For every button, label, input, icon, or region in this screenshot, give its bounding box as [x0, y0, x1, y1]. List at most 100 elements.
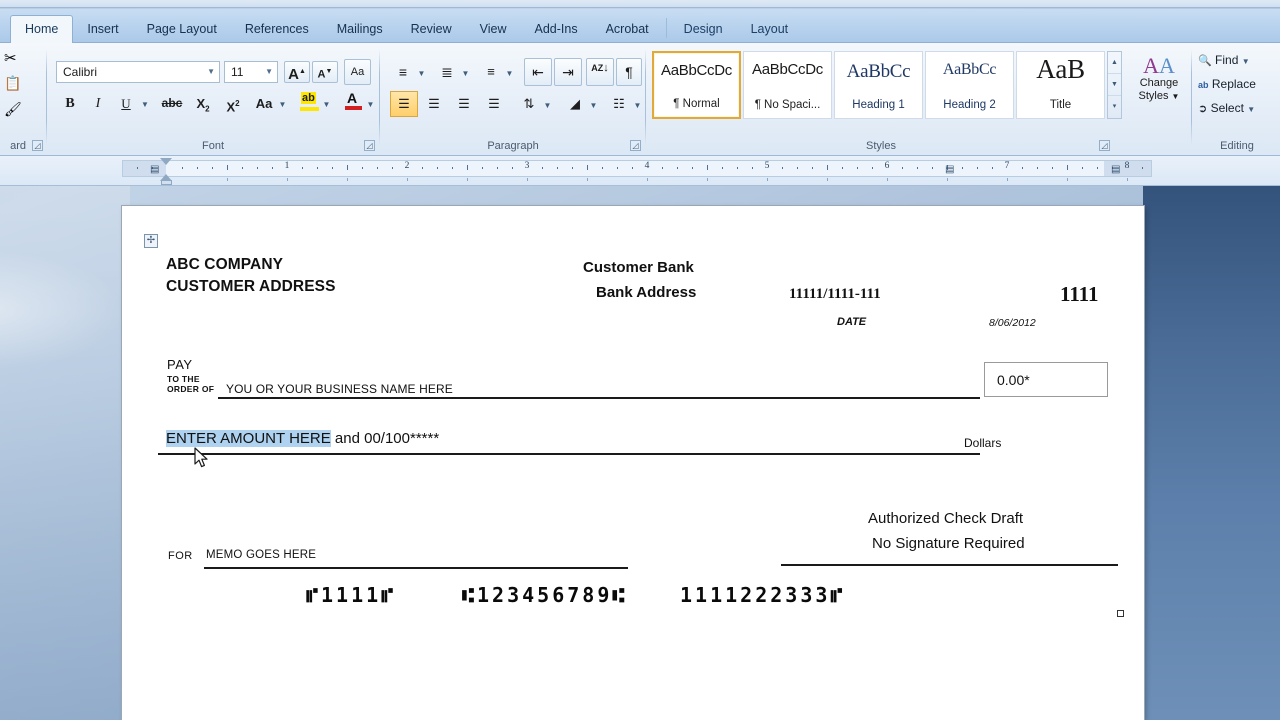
- tab-page-layout[interactable]: Page Layout: [133, 16, 231, 43]
- tab-review[interactable]: Review: [397, 16, 466, 43]
- bold-label: B: [65, 96, 75, 111]
- font-color-button[interactable]: A: [340, 89, 366, 115]
- clipboard-dialog-launcher[interactable]: ◿: [32, 140, 43, 151]
- style-item-no-spacing[interactable]: AaBbCcDc ¶ No Spaci...: [743, 51, 832, 119]
- font-name-combobox[interactable]: Calibri ▼: [56, 61, 220, 83]
- show-formatting-marks-icon[interactable]: ¶: [616, 58, 642, 86]
- micr-routing-number: ⑆123456789⑆: [462, 583, 628, 607]
- tab-references[interactable]: References: [231, 16, 323, 43]
- tab-view[interactable]: View: [466, 16, 521, 43]
- select-chevron-down-icon[interactable]: ▼: [1247, 105, 1255, 114]
- borders-icon[interactable]: ☷: [606, 91, 632, 117]
- tab-separator: [665, 18, 667, 38]
- strikethrough-button[interactable]: abc: [158, 91, 186, 115]
- first-line-indent-marker[interactable]: [160, 158, 172, 165]
- clear-formatting-button[interactable]: Aa: [344, 59, 371, 85]
- to-the-label: TO THE: [167, 374, 200, 384]
- tab-layout[interactable]: Layout: [737, 16, 803, 43]
- find-chevron-down-icon[interactable]: ▼: [1242, 57, 1250, 66]
- replace-button[interactable]: ab Replace: [1198, 77, 1256, 91]
- increase-indent-icon[interactable]: ⇥: [554, 58, 582, 86]
- ruler-tick: [692, 167, 693, 169]
- style-item-heading-1[interactable]: AaBbCс Heading 1: [834, 51, 923, 119]
- styles-scroll-up-icon[interactable]: ▲: [1108, 52, 1121, 74]
- tab-mailings[interactable]: Mailings: [323, 16, 397, 43]
- borders-chevron-down-icon[interactable]: ▼: [631, 91, 644, 117]
- ruler-tick: [347, 165, 348, 170]
- underline-button[interactable]: U: [114, 91, 138, 115]
- numbering-chevron-down-icon[interactable]: ▼: [459, 59, 472, 85]
- bullets-icon[interactable]: ≡: [390, 59, 416, 85]
- change-styles-button[interactable]: AA Change Styles ▼: [1132, 51, 1186, 121]
- align-left-icon[interactable]: ☰: [390, 91, 418, 117]
- grow-font-button[interactable]: A▲: [284, 61, 310, 83]
- change-case-chevron-down-icon[interactable]: ▼: [276, 91, 289, 115]
- styles-scroll-down-icon[interactable]: ▼: [1108, 74, 1121, 96]
- decrease-indent-icon[interactable]: ⇤: [524, 58, 552, 86]
- styles-dialog-launcher[interactable]: ◿: [1099, 140, 1110, 151]
- styles-more-icon[interactable]: ▾: [1108, 96, 1121, 118]
- table-move-handle[interactable]: ✢: [144, 234, 158, 248]
- highlight-chevron-down-icon[interactable]: ▼: [320, 91, 333, 115]
- chevron-down-icon[interactable]: ▼: [265, 62, 273, 82]
- style-item-title[interactable]: AaB Title: [1016, 51, 1105, 119]
- align-right-icon[interactable]: ☰: [450, 91, 478, 117]
- ruler-tick: [482, 167, 483, 169]
- chevron-down-icon[interactable]: ▼: [207, 62, 215, 82]
- font-size-combobox[interactable]: 11 ▼: [224, 61, 278, 83]
- select-button[interactable]: ➲ Select ▼: [1198, 101, 1255, 115]
- justify-icon[interactable]: ☰: [480, 91, 508, 117]
- align-center-icon[interactable]: ☰: [420, 91, 448, 117]
- document-page[interactable]: ✢ ABC COMPANY CUSTOMER ADDRESS Customer …: [122, 206, 1144, 720]
- memo-line: [204, 567, 628, 569]
- underline-chevron-down-icon[interactable]: ▼: [138, 91, 152, 115]
- numbering-icon[interactable]: ≣: [434, 59, 460, 85]
- change-case-button[interactable]: Aa: [250, 91, 278, 115]
- sort-icon[interactable]: AZ↓: [586, 58, 614, 86]
- tab-home[interactable]: Home: [10, 15, 74, 44]
- ruler-tick: [212, 167, 213, 169]
- tab-stop-center[interactable]: ▤: [945, 164, 954, 175]
- style-item-normal[interactable]: AaBbCcDc ¶ Normal: [652, 51, 741, 119]
- tab-stop-right[interactable]: ▤: [1111, 164, 1120, 175]
- select-label: Select: [1210, 101, 1244, 115]
- font-dialog-launcher[interactable]: ◿: [364, 140, 375, 151]
- font-color-a-label: A: [347, 90, 358, 106]
- horizontal-ruler[interactable]: [122, 160, 1152, 177]
- tab-acrobat[interactable]: Acrobat: [592, 16, 663, 43]
- check-number: 1111: [1060, 282, 1099, 306]
- italic-button[interactable]: I: [86, 91, 110, 115]
- superscript-button[interactable]: X2: [220, 91, 246, 115]
- left-indent-marker[interactable]: [161, 180, 172, 185]
- subscript-button[interactable]: X2: [190, 91, 216, 115]
- amount-words-selected[interactable]: ENTER AMOUNT HERE: [166, 430, 331, 447]
- tab-design[interactable]: Design: [670, 16, 737, 43]
- style-item-heading-2[interactable]: AaBbCc Heading 2: [925, 51, 1014, 119]
- scissors-icon[interactable]: ✂: [4, 49, 17, 67]
- line-spacing-icon[interactable]: ⇅: [516, 91, 542, 117]
- tab-stop-left[interactable]: ▤: [150, 164, 159, 175]
- multilevel-chevron-down-icon[interactable]: ▼: [503, 59, 516, 85]
- font-color-chevron-down-icon[interactable]: ▼: [364, 91, 377, 115]
- paragraph-dialog-launcher[interactable]: ◿: [630, 140, 641, 151]
- bullets-chevron-down-icon[interactable]: ▼: [415, 59, 428, 85]
- tab-insert[interactable]: Insert: [73, 16, 132, 43]
- paintbrush-icon[interactable]: 🖌: [4, 101, 22, 118]
- order-of-label: ORDER OF: [167, 384, 215, 394]
- shading-chevron-down-icon[interactable]: ▼: [587, 91, 600, 117]
- text-highlight-color-button[interactable]: ab: [296, 89, 322, 115]
- copy-icon[interactable]: 📋: [4, 75, 21, 92]
- ruler-tick: [1052, 167, 1053, 169]
- amount-numeric-box[interactable]: 0.00*: [984, 362, 1108, 397]
- find-button[interactable]: 🔍 Find ▼: [1198, 53, 1250, 67]
- font-group-label: Font: [201, 140, 224, 152]
- bold-button[interactable]: B: [58, 91, 82, 115]
- line-spacing-chevron-down-icon[interactable]: ▼: [541, 91, 554, 117]
- tab-add-ins[interactable]: Add-Ins: [520, 16, 591, 43]
- styles-gallery-scroll[interactable]: ▲ ▼ ▾: [1107, 51, 1122, 119]
- amount-words[interactable]: ENTER AMOUNT HERE and 00/100*****: [166, 430, 439, 447]
- shading-icon[interactable]: ◢: [562, 91, 588, 117]
- shrink-font-button[interactable]: A▼: [312, 61, 338, 83]
- ruler-tick: [1142, 167, 1143, 169]
- multilevel-list-icon[interactable]: ≡: [478, 59, 504, 85]
